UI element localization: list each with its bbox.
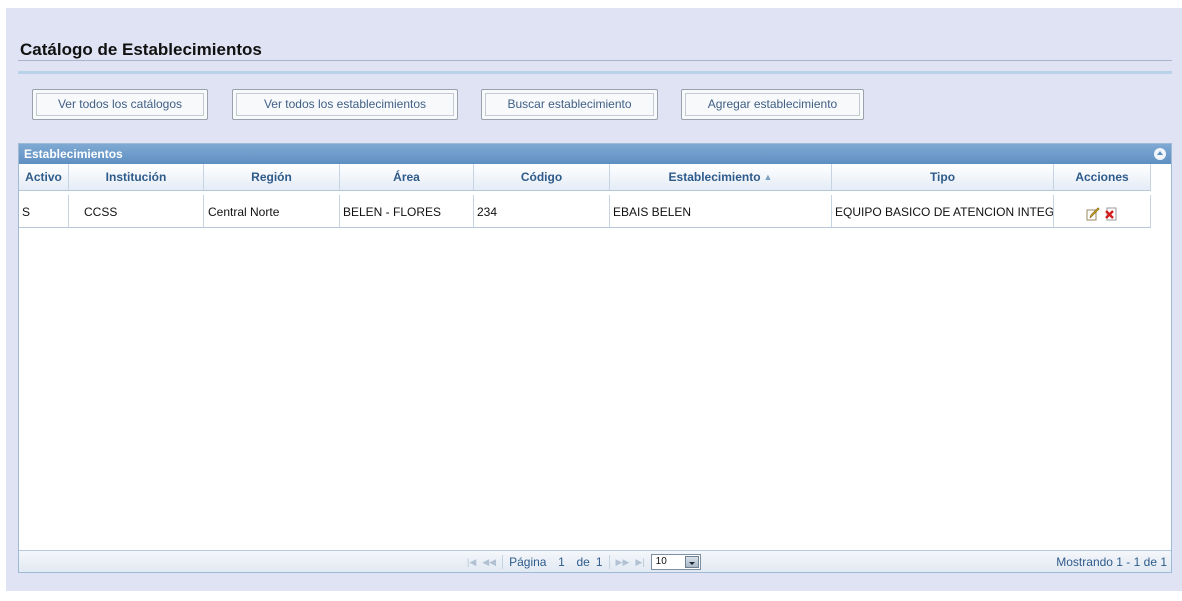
- column-header-codigo[interactable]: Código: [474, 164, 610, 190]
- of-label: de: [576, 555, 590, 569]
- pager-separator: [502, 555, 504, 569]
- next-page-icon[interactable]: ▶▶: [616, 557, 630, 568]
- rows-per-page-select[interactable]: 10: [650, 554, 701, 570]
- page-title: Catálogo de Establecimientos: [20, 40, 262, 59]
- grid-caption-label: Establecimientos: [24, 147, 123, 161]
- title-accent-bar: [18, 71, 1172, 74]
- collapse-grid-icon[interactable]: [1154, 148, 1166, 160]
- first-page-icon[interactable]: |◀: [467, 557, 476, 568]
- previous-page-icon[interactable]: ◀◀: [482, 557, 496, 568]
- cell-tipo: EQUIPO BASICO DE ATENCION INTEGRAL: [832, 195, 1054, 227]
- establishments-grid: Establecimientos Activo Institución Regi…: [18, 143, 1172, 573]
- column-header-establecimiento-label: Establecimiento: [668, 170, 761, 184]
- column-header-establecimiento[interactable]: Establecimiento ▲: [610, 164, 832, 190]
- view-all-establishments-button[interactable]: Ver todos los establecimientos: [232, 89, 458, 120]
- edit-icon[interactable]: [1086, 203, 1100, 221]
- column-header-acciones: Acciones: [1054, 164, 1151, 190]
- cell-establecimiento: EBAIS BELEN: [610, 195, 832, 227]
- column-header-tipo[interactable]: Tipo: [832, 164, 1054, 190]
- last-page-icon[interactable]: ▶|: [635, 557, 644, 568]
- page-number-input[interactable]: 1: [552, 555, 570, 569]
- title-divider: [18, 60, 1172, 61]
- column-header-activo[interactable]: Activo: [19, 164, 69, 190]
- cell-area: BELEN - FLORES: [340, 195, 474, 227]
- page-label: Página: [509, 555, 547, 569]
- total-pages: 1: [595, 555, 603, 569]
- sort-ascending-icon: ▲: [763, 172, 773, 182]
- cell-activo: S: [19, 195, 69, 227]
- pager-controls: |◀ ◀◀ Página 1 de 1 ▶▶ ▶| 10: [467, 551, 701, 573]
- column-header-region[interactable]: Región: [204, 164, 340, 190]
- grid-caption: Establecimientos: [19, 144, 1171, 164]
- cell-acciones: [1054, 195, 1151, 227]
- column-header-area[interactable]: Área: [340, 164, 474, 190]
- grid-pager: |◀ ◀◀ Página 1 de 1 ▶▶ ▶| 10 Mostrando 1…: [19, 550, 1171, 572]
- cell-region: Central Norte: [204, 195, 340, 227]
- cell-codigo: 234: [474, 195, 610, 227]
- delete-icon[interactable]: [1104, 203, 1118, 221]
- record-count: Mostrando 1 - 1 de 1: [1056, 555, 1167, 569]
- table-row[interactable]: S CCSS Central Norte BELEN - FLORES 234 …: [19, 195, 1151, 228]
- column-header-institucion[interactable]: Institución: [69, 164, 204, 190]
- grid-header-row: Activo Institución Región Área Código Es…: [19, 164, 1151, 191]
- rows-per-page-value: 10: [655, 556, 667, 567]
- view-all-catalogs-button[interactable]: Ver todos los catálogos: [32, 89, 208, 120]
- cell-institucion: CCSS: [69, 195, 204, 227]
- search-establishment-button[interactable]: Buscar establecimiento: [481, 89, 658, 120]
- pager-separator: [608, 555, 610, 569]
- chevron-down-icon: [684, 556, 699, 568]
- add-establishment-button[interactable]: Agregar establecimiento: [681, 89, 864, 120]
